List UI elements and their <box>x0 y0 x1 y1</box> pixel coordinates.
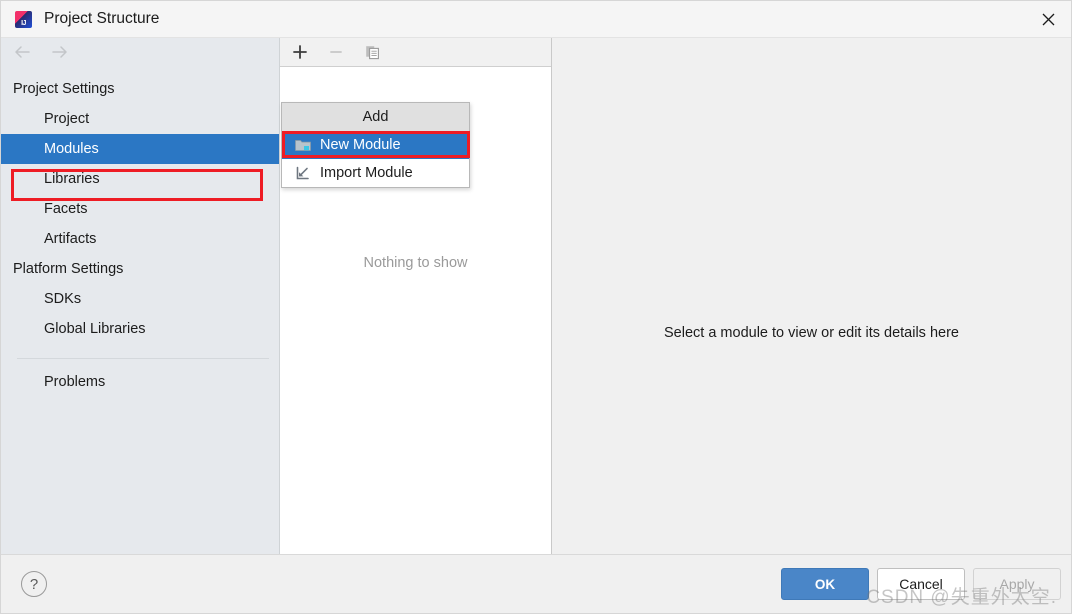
sidebar-item-libraries[interactable]: Libraries <box>1 164 279 194</box>
settings-tree: Project Settings Project Modules Librari… <box>1 66 279 397</box>
dialog-body: Project Settings Project Modules Librari… <box>1 37 1071 554</box>
add-dropdown-menu: Add New Module Import Module <box>281 102 470 188</box>
sidebar-group-project-settings: Project Settings <box>13 81 115 97</box>
dialog-buttons: OK Cancel Apply <box>781 568 1061 600</box>
new-folder-icon <box>294 137 312 153</box>
apply-button: Apply <box>973 568 1061 600</box>
menu-item-import-module-label: Import Module <box>320 165 413 181</box>
project-structure-dialog: Project Structure <box>0 0 1072 614</box>
cancel-button[interactable]: Cancel <box>877 568 965 600</box>
ok-button[interactable]: OK <box>781 568 869 600</box>
menu-item-new-module-label: New Module <box>320 137 401 153</box>
module-details-panel: Select a module to view or edit its deta… <box>552 38 1071 554</box>
dialog-footer: ? OK Cancel Apply CSDN @失重外太空. <box>1 554 1071 613</box>
close-icon[interactable] <box>1025 1 1071 37</box>
page-title: Project Structure <box>44 10 160 27</box>
empty-state-text: Nothing to show <box>363 255 468 271</box>
sidebar-item-modules[interactable]: Modules <box>1 134 279 164</box>
menu-item-new-module[interactable]: New Module <box>282 131 469 159</box>
intellij-idea-icon <box>15 10 32 28</box>
sidebar-group-platform-settings: Platform Settings <box>13 261 124 277</box>
back-arrow-icon[interactable] <box>11 42 33 62</box>
copy-icon <box>361 41 383 63</box>
add-button[interactable] <box>289 41 311 63</box>
menu-header-add: Add <box>282 103 469 131</box>
sidebar-item-sdks[interactable]: SDKs <box>1 284 279 314</box>
sidebar-nav <box>1 38 279 66</box>
modules-toolbar <box>280 38 551 67</box>
remove-button <box>325 41 347 63</box>
module-details-placeholder: Select a module to view or edit its deta… <box>664 325 959 341</box>
sidebar-item-problems[interactable]: Problems <box>1 367 279 397</box>
title-bar: Project Structure <box>1 1 1071 37</box>
sidebar-divider <box>17 358 269 359</box>
import-arrow-icon <box>294 165 312 181</box>
forward-arrow-icon[interactable] <box>49 42 71 62</box>
settings-sidebar: Project Settings Project Modules Librari… <box>1 38 280 554</box>
sidebar-item-global-libraries[interactable]: Global Libraries <box>1 314 279 344</box>
sidebar-item-facets[interactable]: Facets <box>1 194 279 224</box>
menu-item-import-module[interactable]: Import Module <box>282 159 469 187</box>
sidebar-item-project[interactable]: Project <box>1 104 279 134</box>
sidebar-item-artifacts[interactable]: Artifacts <box>1 224 279 254</box>
help-button[interactable]: ? <box>21 571 47 597</box>
